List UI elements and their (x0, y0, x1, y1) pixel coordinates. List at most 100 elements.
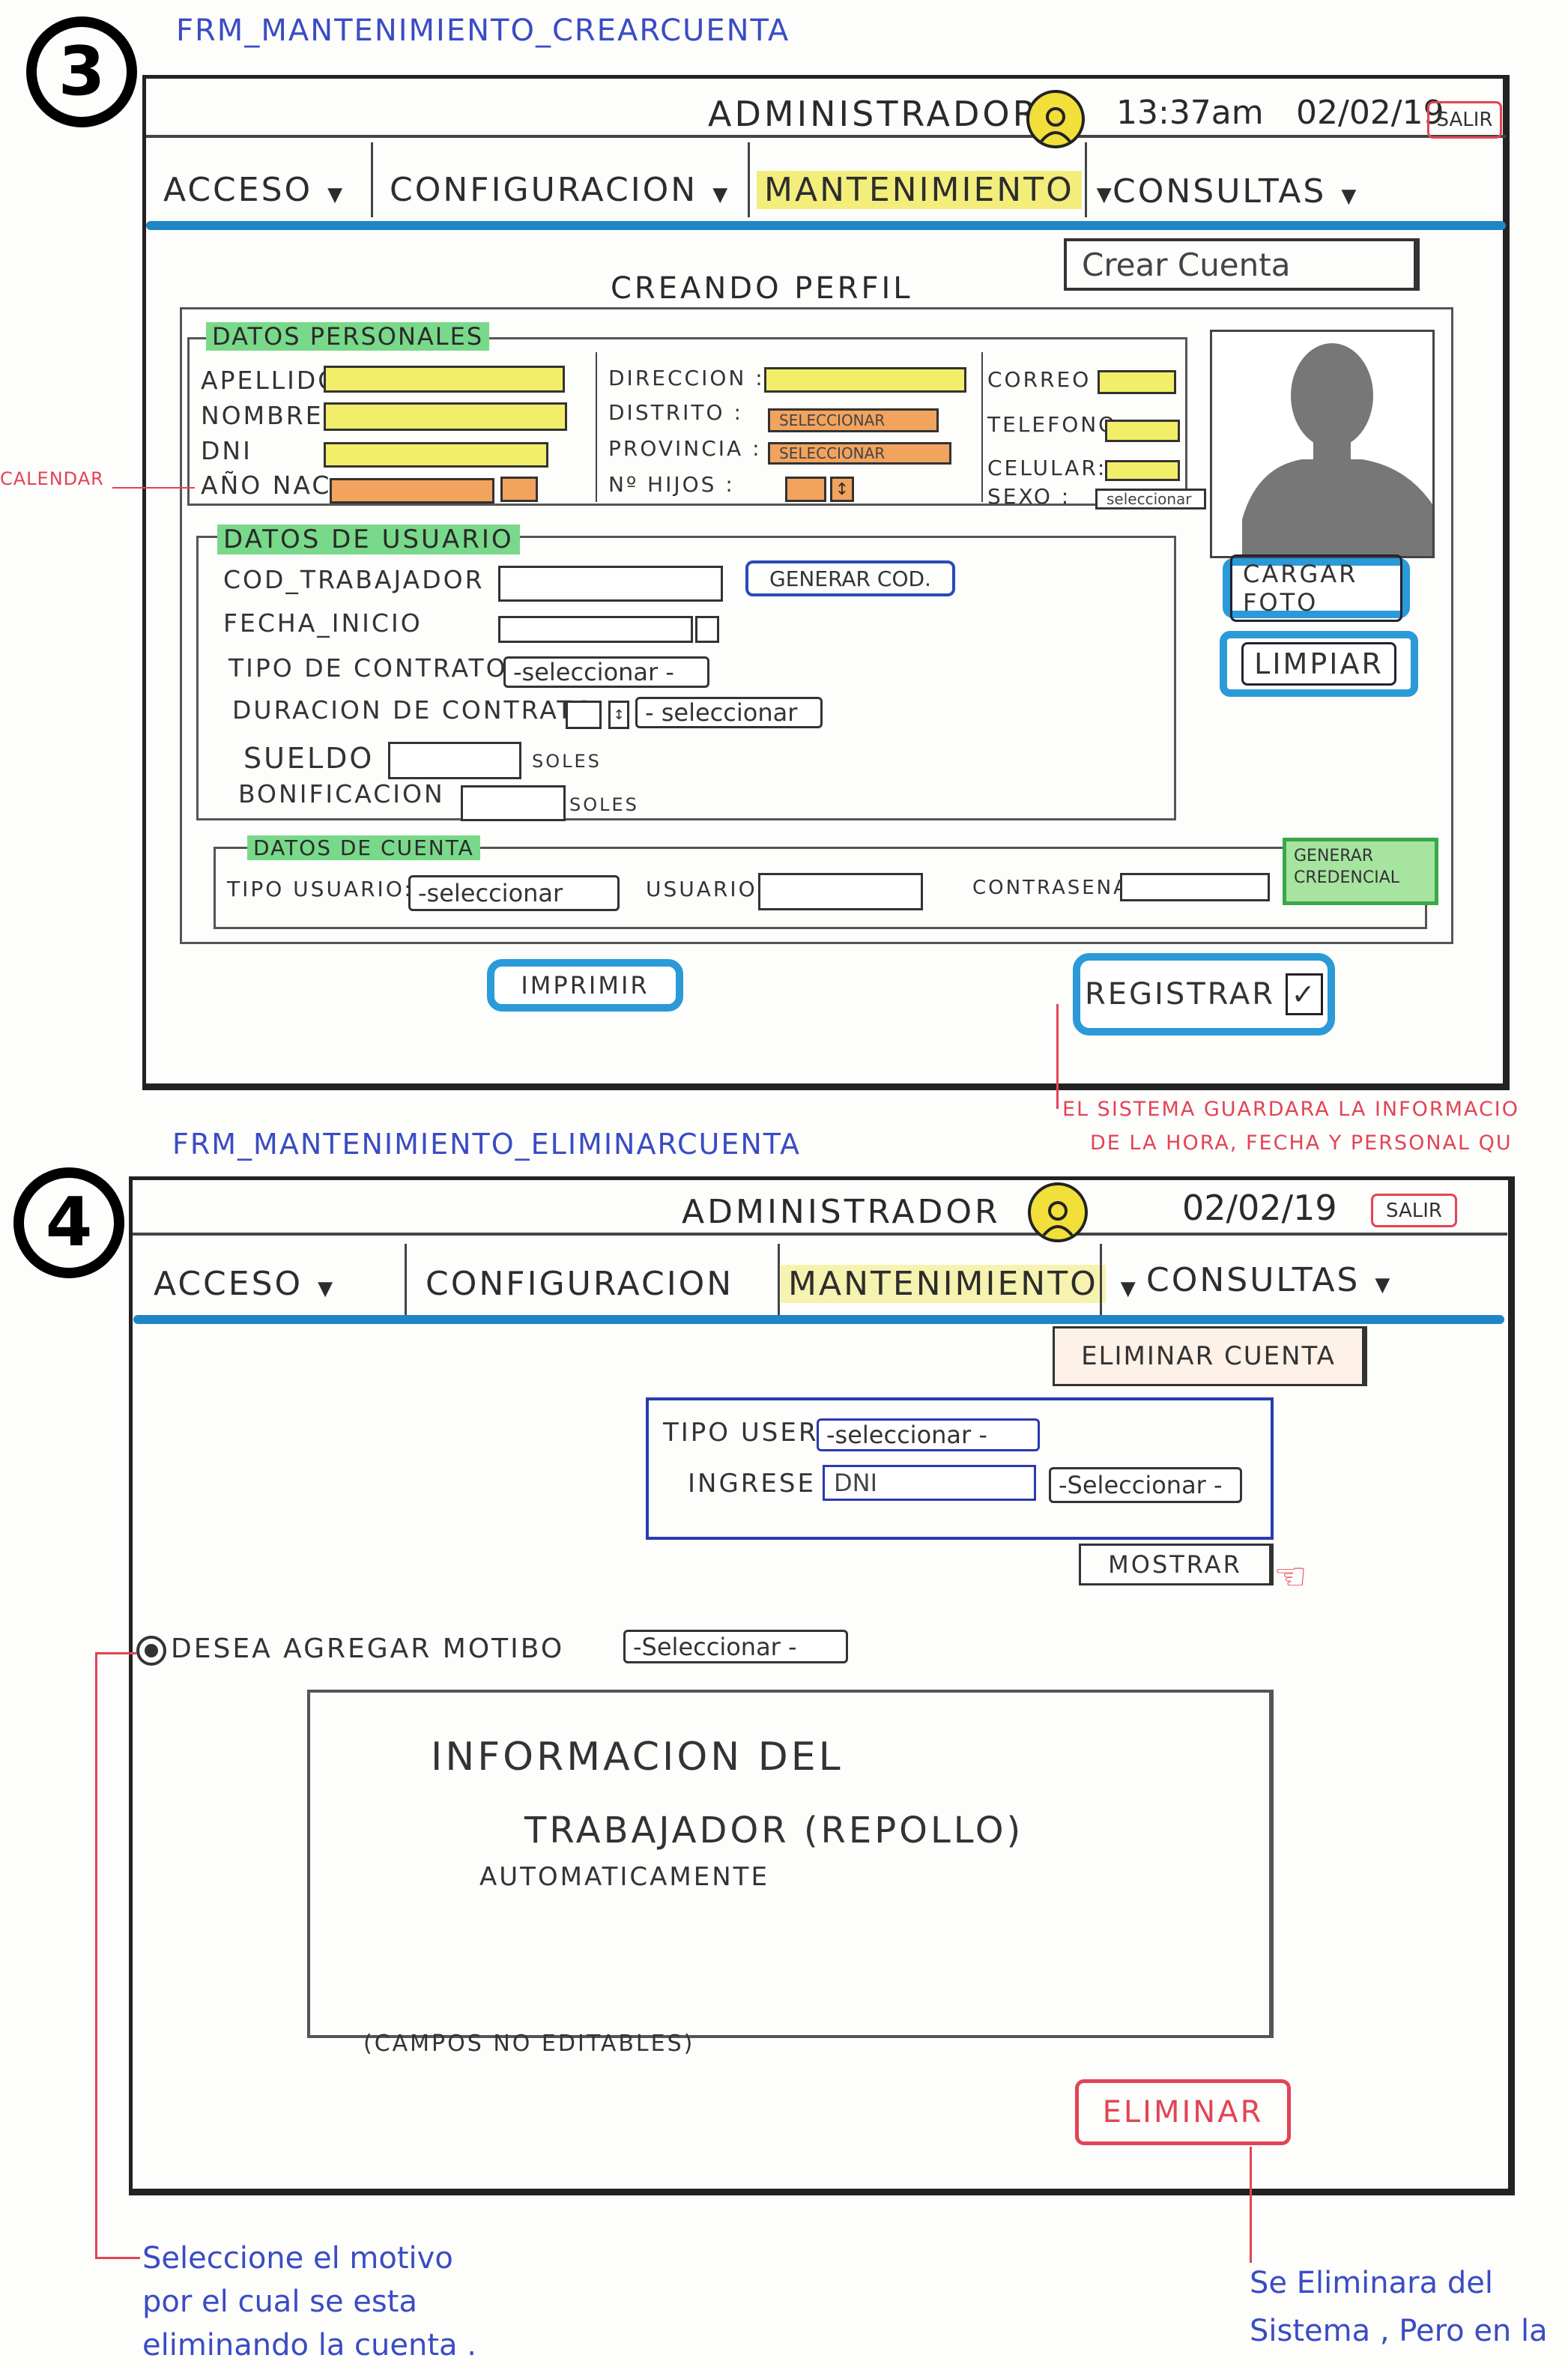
usuario-label: USUARIO (646, 877, 757, 901)
menu-acceso[interactable]: ACCESO ▼ (154, 1265, 335, 1303)
registrar-button[interactable]: REGISTRAR ✓ (1073, 953, 1335, 1036)
motivo-radio[interactable] (136, 1636, 166, 1666)
registrar-label: REGISTRAR (1084, 977, 1275, 1012)
menu-acceso[interactable]: ACCESO ▼ (163, 171, 345, 209)
eliminar-button[interactable]: ELIMINAR (1075, 2079, 1291, 2145)
provincia-select[interactable]: SELECCIONAR (768, 442, 951, 465)
chevron-down-icon: ▼ (1120, 1278, 1138, 1300)
screen-number-4: 4 (13, 1167, 124, 1278)
duracion-number-input[interactable] (566, 701, 602, 729)
direccion-label: DIRECCION : (608, 366, 765, 390)
provincia-label: PROVINCIA : (608, 436, 762, 461)
tipo-usuario-select[interactable]: -seleccionar (408, 875, 620, 911)
fecha-inicio-input[interactable] (498, 616, 693, 643)
direccion-input[interactable] (764, 367, 966, 393)
menu-divider (371, 142, 373, 217)
cargar-foto-label: CARGAR FOTO (1230, 554, 1402, 622)
menu-consultas[interactable]: CONSULTAS ▼ (1113, 172, 1358, 211)
duracion-contrato-label: DURACION DE CONTRATO (232, 695, 596, 725)
chevron-down-icon: ▼ (712, 184, 730, 206)
chevron-down-icon: ▼ (1341, 185, 1359, 208)
motivo-arrow-line (95, 1652, 97, 2259)
menu-divider (405, 1244, 407, 1315)
menu-mantenimiento[interactable]: MANTENIMIENTO ▼ (757, 171, 1114, 209)
tipo-user-label: TIPO USER (663, 1418, 819, 1448)
telefono-input[interactable] (1105, 420, 1180, 442)
generar-credencial-button[interactable]: GENERAR CREDENCIAL (1283, 838, 1438, 905)
ingrese-input[interactable]: DNI (823, 1465, 1036, 1501)
info-line-1: INFORMACION DEL (431, 1735, 844, 1780)
limpiar-button[interactable]: LIMPIAR (1220, 631, 1418, 697)
generar-cod-button[interactable]: GENERAR COD. (745, 560, 955, 596)
contrasena-label: CONTRASENA (972, 877, 1129, 899)
mostrar-button[interactable]: MOSTRAR (1079, 1544, 1274, 1585)
ingrese-select[interactable]: -Seleccionar - (1049, 1467, 1242, 1503)
motivo-note: Seleccione el motivo por el cual se esta… (142, 2241, 476, 2363)
logout-button[interactable]: SALIR (1427, 101, 1502, 139)
usuario-input[interactable] (758, 873, 923, 910)
motivo-select[interactable]: -Seleccionar - (623, 1630, 848, 1663)
tipo-user-select[interactable]: -seleccionar - (817, 1418, 1040, 1451)
contrasena-input[interactable] (1120, 873, 1270, 901)
apellido-label: APELLIDO (201, 366, 340, 395)
generar-cod-label: GENERAR COD. (769, 566, 931, 591)
sexo-select[interactable]: seleccionar (1095, 489, 1206, 510)
column-divider (981, 352, 983, 502)
cod-trabajador-input[interactable] (498, 566, 723, 602)
header-divider (133, 1233, 1507, 1236)
header-date: 02/02/19 (1182, 1188, 1337, 1228)
registrar-arrow-line (1056, 1004, 1059, 1109)
celular-label: CELULAR: (987, 456, 1107, 480)
stepper-icon[interactable]: ↕ (608, 701, 629, 729)
correo-label: CORREO : (987, 367, 1110, 392)
dni-input[interactable] (324, 442, 548, 468)
submenu-crear-cuenta[interactable]: Crear Cuenta (1064, 238, 1420, 291)
tipo-contrato-label: TIPO DE CONTRATO (228, 653, 508, 683)
sueldo-input[interactable] (388, 742, 521, 779)
chevron-down-icon: ▼ (1375, 1274, 1393, 1296)
nombre-label: NOMBRE (201, 401, 324, 430)
dni-label: DNI (201, 436, 252, 465)
menu-configuracion-label: CONFIGURACION (426, 1265, 734, 1303)
stepper-icon[interactable]: ↕ (830, 477, 854, 502)
tipo-usuario-label: TIPO USUARIO: (227, 877, 414, 901)
ingrese-label: INGRESE (688, 1469, 816, 1499)
datos-cuenta-title: DATOS DE CUENTA (247, 835, 480, 860)
menu-configuracion[interactable]: CONFIGURACION ▼ (390, 171, 730, 209)
correo-input[interactable] (1098, 370, 1176, 394)
sueldo-label: SUELDO (243, 742, 375, 775)
celular-input[interactable] (1105, 460, 1180, 481)
n-hijos-input[interactable] (785, 477, 826, 502)
menu-configuracion[interactable]: CONFIGURACION (426, 1265, 733, 1303)
tipo-contrato-select[interactable]: -seleccionar - (503, 656, 709, 688)
calendar-icon[interactable] (500, 477, 538, 502)
bonificacion-label: BONIFICACION (238, 779, 445, 808)
registrar-note-2: DE LA HORA, FECHA Y PERSONAL QU (1090, 1131, 1513, 1155)
user-role: ADMINISTRADOR (708, 94, 1040, 134)
duracion-select[interactable]: - seleccionar (635, 697, 823, 728)
user-avatar-icon[interactable] (1026, 90, 1085, 148)
n-hijos-label: Nº HIJOS : (608, 472, 735, 497)
submenu-eliminar-cuenta[interactable]: ELIMINAR CUENTA (1053, 1326, 1367, 1386)
screen-number-3: 3 (26, 16, 137, 127)
user-avatar-icon[interactable] (1028, 1182, 1088, 1242)
profile-photo (1210, 330, 1435, 558)
menu-consultas[interactable]: CONSULTAS ▼ (1146, 1261, 1392, 1299)
logout-button[interactable]: SALIR (1371, 1194, 1457, 1227)
ano-nac-label: AÑO NAC (201, 471, 332, 500)
form-name-eliminar: FRM_MANTENIMIENTO_ELIMINARCUENTA (172, 1128, 802, 1161)
page-title: CREANDO PERFIL (611, 271, 913, 306)
submenu-eliminar-cuenta-label: ELIMINAR CUENTA (1081, 1341, 1336, 1371)
eliminar-note: Se Eliminara del Sistema , Pero en la (1250, 2266, 1548, 2348)
apellido-input[interactable] (324, 366, 565, 393)
calendar-icon[interactable] (695, 616, 719, 643)
cargar-foto-button[interactable]: CARGAR FOTO (1223, 554, 1410, 622)
motivo-arrow-line (95, 2257, 140, 2259)
header-time: 13:37am (1116, 94, 1264, 132)
birthdate-input[interactable] (330, 478, 494, 504)
imprimir-button[interactable]: IMPRIMIR (487, 959, 683, 1012)
bonificacion-input[interactable] (461, 785, 566, 821)
distrito-select[interactable]: SELECCIONAR (768, 408, 939, 432)
menu-mantenimiento[interactable]: MANTENIMIENTO ▼ (781, 1265, 1138, 1303)
nombre-input[interactable] (324, 402, 567, 431)
